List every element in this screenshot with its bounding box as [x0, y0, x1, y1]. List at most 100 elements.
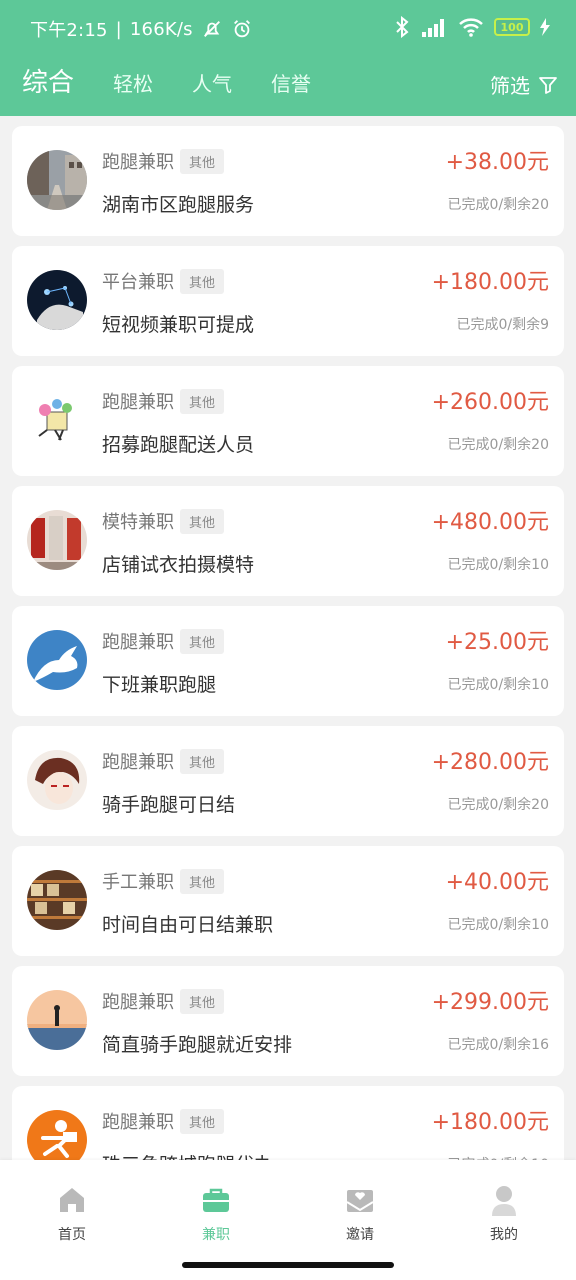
- job-category-label: 跑腿兼职: [102, 152, 174, 173]
- job-category: 模特兼职 其他: [102, 508, 225, 534]
- anime-character-icon: [27, 750, 87, 810]
- job-avatar: [27, 630, 87, 690]
- job-price: +480.00元: [431, 510, 549, 535]
- unicorn-cloud-icon: [27, 630, 87, 690]
- job-card[interactable]: 跑腿兼职 其他 下班兼职跑腿 +25.00元 已完成0/剩余10: [12, 606, 564, 716]
- profile-icon: [492, 1186, 516, 1216]
- job-avatar: [27, 150, 87, 210]
- job-card[interactable]: 跑腿兼职 其他 骑手跑腿可日结 +280.00元 已完成0/剩余20: [12, 726, 564, 836]
- nav-home[interactable]: 首页: [22, 1184, 122, 1244]
- job-category-label: 跑腿兼职: [102, 1112, 174, 1133]
- job-category-label: 跑腿兼职: [102, 992, 174, 1013]
- tab-comprehensive[interactable]: 综合: [22, 66, 74, 100]
- clothes-rack-icon: [27, 510, 87, 570]
- job-price: +25.00元: [445, 630, 549, 655]
- job-price: +260.00元: [431, 390, 549, 415]
- job-card[interactable]: 跑腿兼职 其他 招募跑腿配送人员 +260.00元 已完成0/剩余20: [12, 366, 564, 476]
- job-price: +299.00元: [431, 990, 549, 1015]
- mute-bell-icon: [203, 21, 220, 37]
- nav-invite[interactable]: 邀请: [310, 1184, 410, 1244]
- job-progress: 已完成0/剩余16: [447, 1037, 549, 1053]
- job-tag: 其他: [180, 148, 225, 174]
- job-price: +38.00元: [445, 150, 549, 175]
- job-title: 骑手跑腿可日结: [102, 794, 236, 816]
- status-time: 下午2:15: [30, 20, 108, 41]
- job-title: 店铺试衣拍摄模特: [102, 554, 255, 576]
- job-category: 跑腿兼职 其他: [102, 1108, 225, 1134]
- job-avatar: [27, 390, 87, 450]
- job-tag: 其他: [180, 508, 225, 534]
- job-price: +40.00元: [445, 870, 549, 895]
- job-card[interactable]: 跑腿兼职 其他 简直骑手跑腿就近安排 +299.00元 已完成0/剩余16: [12, 966, 564, 1076]
- job-price: +180.00元: [431, 270, 549, 295]
- job-category: 跑腿兼职 其他: [102, 748, 225, 774]
- nav-me[interactable]: 我的: [454, 1184, 554, 1244]
- job-tag: 其他: [180, 868, 225, 894]
- job-category: 跑腿兼职 其他: [102, 988, 225, 1014]
- job-category-label: 跑腿兼职: [102, 392, 174, 413]
- job-price: +280.00元: [431, 750, 549, 775]
- job-category-label: 平台兼职: [102, 272, 174, 293]
- status-left: 下午2:15 | 166K/s: [30, 16, 253, 42]
- home-icon: [60, 1188, 84, 1212]
- job-progress: 已完成0/剩余20: [447, 197, 549, 213]
- job-category-label: 跑腿兼职: [102, 752, 174, 773]
- job-progress: 已完成0/剩余10: [447, 557, 549, 573]
- bluetooth-icon: [396, 16, 409, 38]
- tech-hand-icon: [27, 270, 87, 330]
- job-category: 手工兼职 其他: [102, 868, 225, 894]
- job-card[interactable]: 手工兼职 其他 时间自由可日结兼职 +40.00元 已完成0/剩余10: [12, 846, 564, 956]
- job-category: 跑腿兼职 其他: [102, 148, 225, 174]
- tab-easy[interactable]: 轻松: [113, 67, 153, 101]
- network-speed: 166K/s: [129, 18, 193, 40]
- top-navbar: 综合 轻松 人气 信誉 筛选: [0, 56, 576, 116]
- filter-button[interactable]: 筛选: [490, 70, 558, 99]
- nav-parttime-label: 兼职: [202, 1227, 230, 1243]
- job-card[interactable]: 跑腿兼职 其他 湖南市区跑腿服务 +38.00元 已完成0/剩余20: [12, 126, 564, 236]
- job-tag: 其他: [180, 748, 225, 774]
- job-title: 简直骑手跑腿就近安排: [102, 1034, 293, 1056]
- job-title: 下班兼职跑腿: [102, 674, 217, 696]
- battery-indicator: 100: [494, 18, 530, 36]
- charging-icon: [540, 18, 550, 36]
- street-photo-icon: [27, 150, 87, 210]
- job-category-label: 模特兼职: [102, 512, 174, 533]
- job-title: 招募跑腿配送人员: [102, 434, 255, 456]
- job-price: +180.00元: [431, 1110, 549, 1135]
- tab-popular[interactable]: 人气: [192, 67, 232, 101]
- tab-reputation[interactable]: 信誉: [271, 67, 311, 101]
- invite-envelope-icon: [346, 1190, 374, 1212]
- job-avatar: [27, 990, 87, 1050]
- job-category-label: 手工兼职: [102, 872, 174, 893]
- briefcase-icon: [203, 1188, 229, 1212]
- job-card[interactable]: 平台兼职 其他 短视频兼职可提成 +180.00元 已完成0/剩余9: [12, 246, 564, 356]
- job-title: 短视频兼职可提成: [102, 314, 255, 336]
- nav-me-label: 我的: [490, 1227, 518, 1243]
- job-tag: 其他: [180, 628, 225, 654]
- job-progress: 已完成0/剩余20: [447, 437, 549, 453]
- job-card[interactable]: 模特兼职 其他 店铺试衣拍摄模特 +480.00元 已完成0/剩余10: [12, 486, 564, 596]
- status-divider: |: [115, 18, 122, 40]
- job-list: 跑腿兼职 其他 湖南市区跑腿服务 +38.00元 已完成0/剩余20 平台兼职 …: [12, 126, 564, 1206]
- nav-invite-label: 邀请: [346, 1227, 374, 1243]
- job-category: 跑腿兼职 其他: [102, 388, 225, 414]
- job-progress: 已完成0/剩余20: [447, 797, 549, 813]
- alarm-icon: [233, 20, 250, 38]
- delivery-person-icon: [27, 390, 87, 450]
- job-progress: 已完成0/剩余10: [447, 677, 549, 693]
- job-progress: 已完成0/剩余10: [447, 917, 549, 933]
- filter-label: 筛选: [490, 74, 530, 98]
- job-category: 平台兼职 其他: [102, 268, 225, 294]
- status-bar: 下午2:15 | 166K/s 100: [0, 0, 576, 56]
- job-avatar: [27, 870, 87, 930]
- job-title: 时间自由可日结兼职: [102, 914, 274, 936]
- filter-icon: [539, 76, 557, 94]
- job-category-label: 跑腿兼职: [102, 632, 174, 653]
- sunset-beach-icon: [27, 990, 87, 1050]
- job-progress: 已完成0/剩余9: [456, 317, 549, 333]
- wifi-icon: [459, 18, 483, 37]
- nav-parttime[interactable]: 兼职: [166, 1184, 266, 1244]
- job-tag: 其他: [180, 388, 225, 414]
- home-indicator[interactable]: [182, 1262, 394, 1268]
- job-title: 湖南市区跑腿服务: [102, 194, 255, 216]
